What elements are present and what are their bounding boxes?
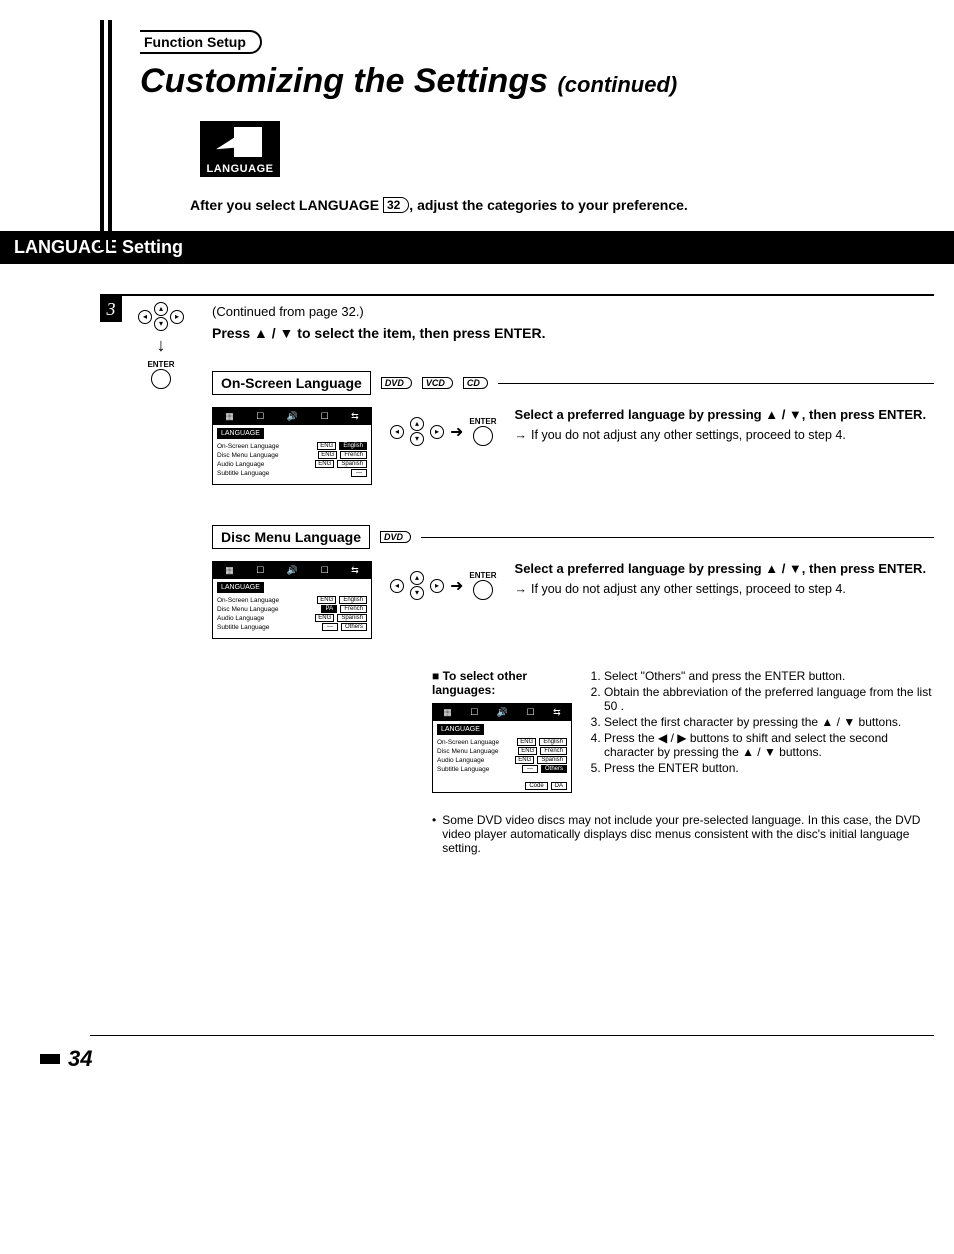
disc-menu-language-heading: Disc Menu Language [212, 525, 370, 549]
other-languages-steps: Select "Others" and press the ENTER butt… [586, 669, 934, 777]
language-icon: LANGUAGE [200, 121, 280, 177]
onscreen-language-heading: On-Screen Language [212, 371, 371, 395]
osd-screenshot: ▦☐🔊☐⇆ LANGUAGE On-Screen LanguageENGEngl… [432, 703, 572, 793]
continued-note: (Continued from page 32.) [212, 304, 934, 319]
page-number: 34 [40, 1046, 934, 1072]
section-heading: LANGUAGE Setting [0, 231, 954, 264]
section-tab: Function Setup [140, 30, 262, 54]
other-languages-title: To select other languages: [432, 669, 572, 697]
osd-screenshot: ▦☐🔊☐⇆ LANGUAGE On-Screen LanguageENGEngl… [212, 407, 372, 485]
intro-text: After you select LANGUAGE 32, adjust the… [190, 197, 934, 213]
step-instruction: Press ▲ / ▼ to select the item, then pre… [212, 325, 934, 341]
onscreen-language-desc: Select a preferred language by pressing … [515, 407, 934, 442]
nav-sequence-icon: ◂ ▴▾ ▸ ➜ ENTER [390, 561, 497, 600]
step-number: 3 [100, 296, 122, 322]
osd-screenshot: ▦☐🔊☐⇆ LANGUAGE On-Screen LanguageENGEngl… [212, 561, 372, 639]
page-title: Customizing the Settings (continued) [140, 62, 934, 101]
footnote: Some DVD video discs may not include you… [432, 813, 934, 855]
disc-menu-language-desc: Select a preferred language by pressing … [515, 561, 934, 596]
nav-sequence-icon: ◂ ▴▾ ▸ ➜ ENTER [390, 407, 497, 446]
remote-nav-icon: ◂ ▴▾ ▸ ↓ ENTER [126, 296, 196, 392]
